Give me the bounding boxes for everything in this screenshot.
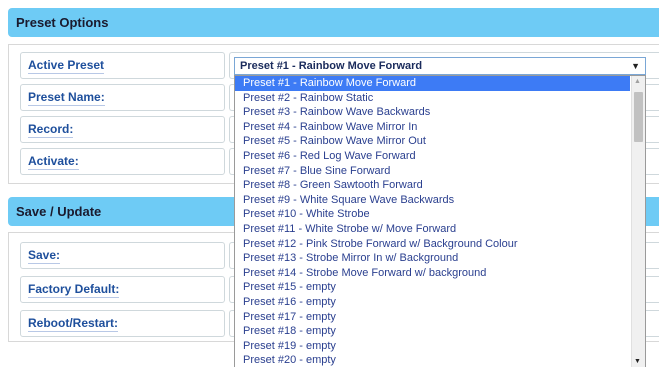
dropdown-option[interactable]: Preset #18 - empty bbox=[235, 324, 630, 339]
dropdown-option[interactable]: Preset #8 - Green Sawtooth Forward bbox=[235, 178, 630, 193]
scroll-down-icon[interactable]: ▼ bbox=[634, 358, 641, 365]
dropdown-option[interactable]: Preset #11 - White Strobe w/ Move Forwar… bbox=[235, 222, 630, 237]
dropdown-option[interactable]: Preset #14 - Strobe Move Forward w/ back… bbox=[235, 266, 630, 281]
record-label-cell: Record: bbox=[20, 116, 225, 143]
dropdown-option[interactable]: Preset #4 - Rainbow Wave Mirror In bbox=[235, 120, 630, 135]
active-preset-select[interactable]: Preset #1 - Rainbow Move Forward ▼ bbox=[234, 57, 646, 75]
reboot-restart-label: Reboot/Restart: bbox=[28, 316, 119, 332]
dropdown-option[interactable]: Preset #13 - Strobe Mirror In w/ Backgro… bbox=[235, 251, 630, 266]
scrollbar-thumb[interactable] bbox=[634, 92, 643, 142]
activate-label: Activate: bbox=[28, 154, 79, 170]
save-label: Save: bbox=[28, 248, 61, 264]
factory-default-label-cell: Factory Default: bbox=[20, 276, 225, 303]
activate-label-cell: Activate: bbox=[20, 148, 225, 175]
preset-dropdown-list[interactable]: Preset #1 - Rainbow Move Forward Preset #… bbox=[234, 75, 646, 367]
record-label: Record: bbox=[28, 122, 74, 138]
preset-name-label: Preset Name: bbox=[28, 90, 105, 106]
dropdown-option[interactable]: Preset #17 - empty bbox=[235, 310, 630, 325]
active-preset-select-value: Preset #1 - Rainbow Move Forward bbox=[240, 60, 423, 72]
dropdown-option[interactable]: Preset #2 - Rainbow Static bbox=[235, 91, 630, 106]
chevron-down-icon[interactable]: ▼ bbox=[631, 59, 640, 73]
save-label-cell: Save: bbox=[20, 242, 225, 269]
dropdown-option[interactable]: Preset #12 - Pink Strobe Forward w/ Back… bbox=[235, 237, 630, 252]
dropdown-option[interactable]: Preset #7 - Blue Sine Forward bbox=[235, 164, 630, 179]
scroll-up-icon[interactable]: ▲ bbox=[634, 78, 641, 85]
dropdown-option[interactable]: Preset #20 - empty bbox=[235, 353, 630, 367]
active-preset-label: Active Preset bbox=[28, 58, 105, 74]
dropdown-option[interactable]: Preset #15 - empty bbox=[235, 280, 630, 295]
dropdown-option[interactable]: Preset #19 - empty bbox=[235, 339, 630, 354]
dropdown-option[interactable]: Preset #5 - Rainbow Wave Mirror Out bbox=[235, 134, 630, 149]
active-preset-label-cell: Active Preset bbox=[20, 52, 225, 79]
dropdown-option[interactable]: Preset #6 - Red Log Wave Forward bbox=[235, 149, 630, 164]
dropdown-option[interactable]: Preset #1 - Rainbow Move Forward bbox=[235, 76, 630, 91]
preset-options-header: Preset Options bbox=[8, 8, 659, 37]
dropdown-option[interactable]: Preset #3 - Rainbow Wave Backwards bbox=[235, 105, 630, 120]
dropdown-option[interactable]: Preset #9 - White Square Wave Backwards bbox=[235, 193, 630, 208]
dropdown-option[interactable]: Preset #16 - empty bbox=[235, 295, 630, 310]
reboot-restart-label-cell: Reboot/Restart: bbox=[20, 310, 225, 337]
factory-default-label: Factory Default: bbox=[28, 282, 120, 298]
preset-name-label-cell: Preset Name: bbox=[20, 84, 225, 111]
dropdown-option[interactable]: Preset #10 - White Strobe bbox=[235, 207, 630, 222]
dropdown-scrollbar[interactable]: ▲ ▼ bbox=[631, 76, 645, 367]
